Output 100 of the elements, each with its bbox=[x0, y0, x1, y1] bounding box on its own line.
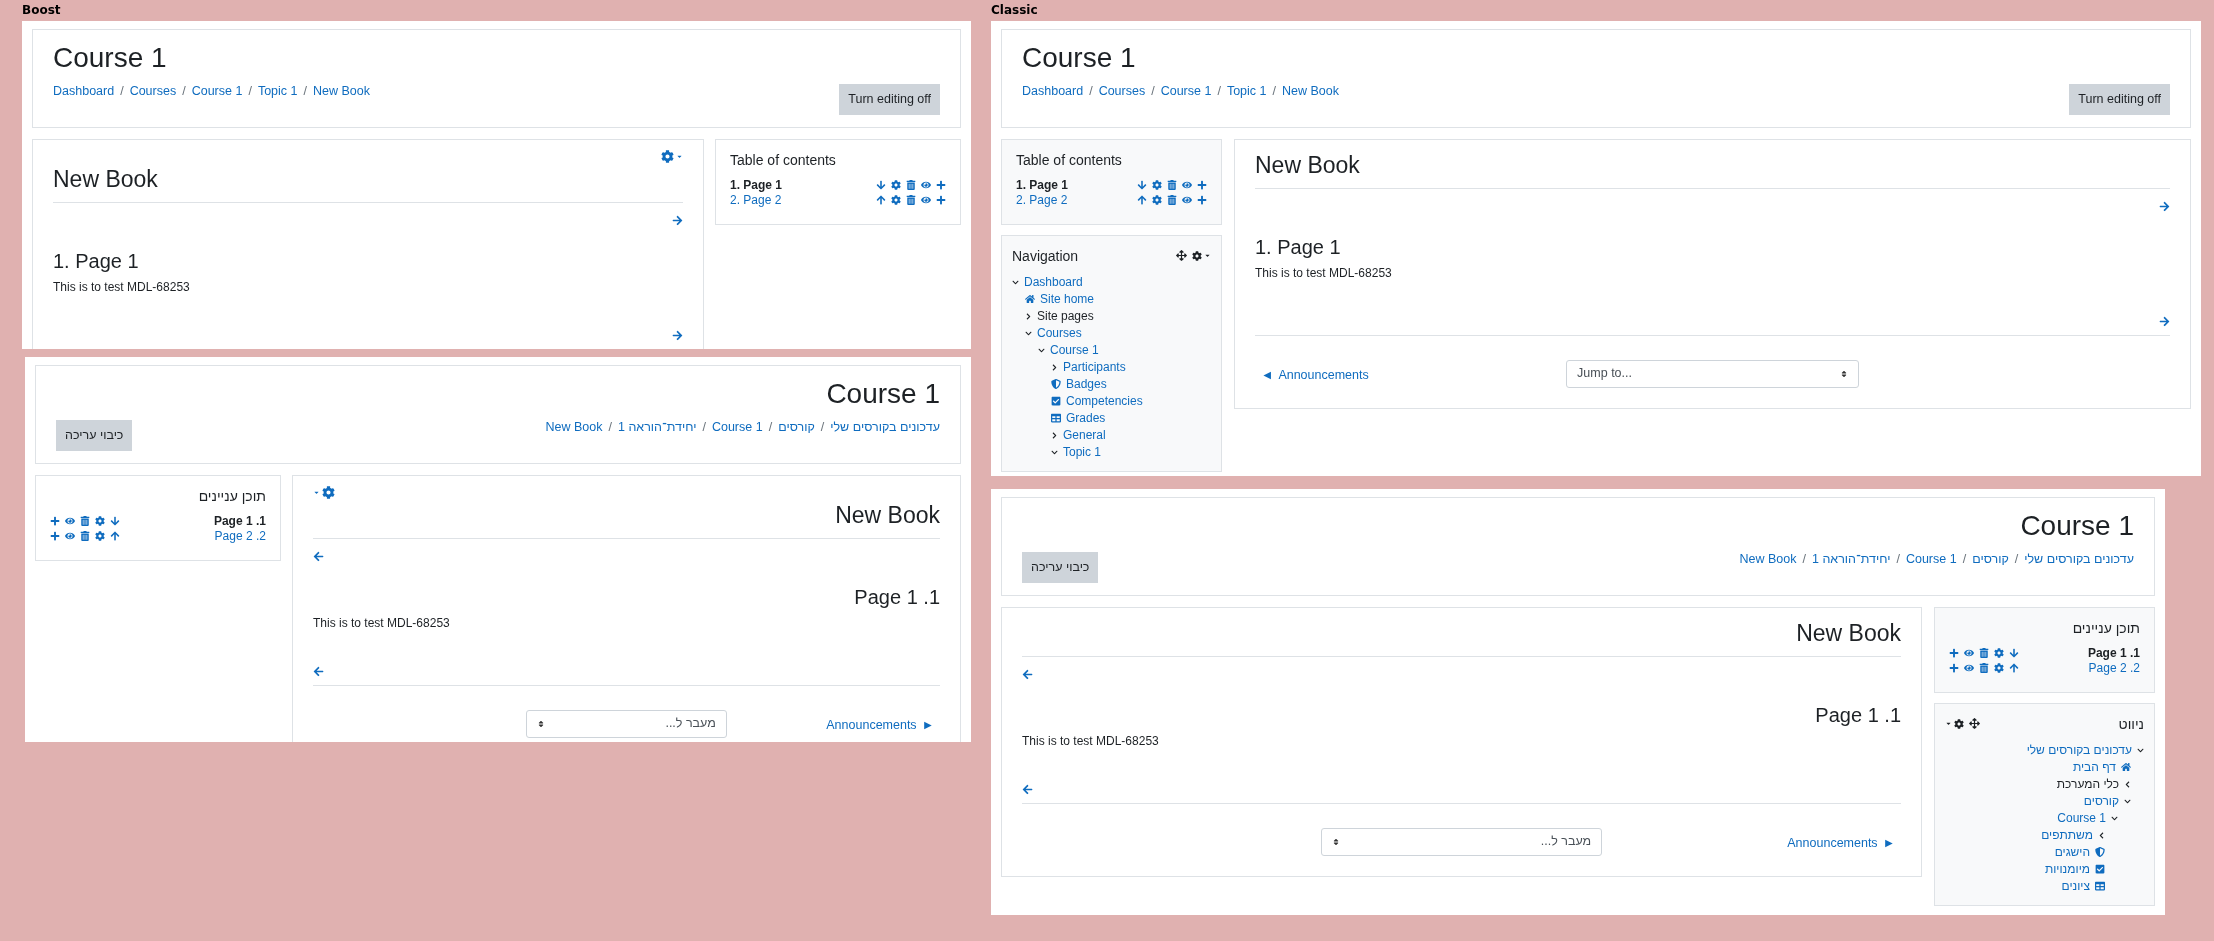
eye-icon[interactable] bbox=[65, 531, 75, 542]
up-arrow-icon[interactable] bbox=[876, 195, 886, 206]
settings-icon[interactable] bbox=[1994, 663, 2004, 674]
eye-icon[interactable] bbox=[921, 195, 931, 206]
left-arrow-icon[interactable] bbox=[313, 665, 324, 677]
up-arrow-icon[interactable] bbox=[2009, 663, 2019, 674]
breadcrumb-link[interactable]: New Book bbox=[1739, 550, 1797, 569]
navigation-link[interactable]: משתתפים bbox=[2041, 826, 2093, 845]
plus-icon[interactable] bbox=[936, 180, 946, 191]
plus-icon[interactable] bbox=[50, 516, 60, 527]
right-arrow-icon[interactable] bbox=[2159, 315, 2170, 327]
settings-icon[interactable] bbox=[1994, 648, 2004, 659]
navigation-link[interactable]: General bbox=[1063, 426, 1106, 445]
up-arrow-icon[interactable] bbox=[110, 531, 120, 542]
settings-menu-icon[interactable] bbox=[1192, 250, 1211, 261]
left-arrow-icon[interactable] bbox=[313, 550, 324, 562]
chevron-down-icon[interactable] bbox=[2124, 797, 2131, 805]
eye-icon[interactable] bbox=[1964, 663, 1974, 674]
navigation-link[interactable]: Courses bbox=[1037, 324, 1082, 343]
breadcrumb-link[interactable]: Course 1 bbox=[711, 418, 763, 437]
edit-mode-button[interactable]: Turn editing off bbox=[2069, 84, 2170, 115]
navigation-link[interactable]: Dashboard bbox=[1024, 273, 1083, 292]
settings-menu-icon[interactable] bbox=[1945, 718, 1964, 729]
navigation-link[interactable]: Competencies bbox=[1066, 392, 1143, 411]
breadcrumb-link[interactable]: קורסים bbox=[778, 418, 815, 437]
left-arrow-icon[interactable] bbox=[1022, 783, 1033, 795]
navigation-link[interactable]: דף הבית bbox=[2072, 758, 2116, 777]
navigation-link[interactable]: Course 1 bbox=[1050, 341, 1099, 360]
trash-icon[interactable] bbox=[906, 195, 916, 206]
navigation-link[interactable]: עדכונים בקורסים שלי bbox=[2026, 741, 2132, 760]
chapter-link[interactable]: 2. Page 2 bbox=[730, 192, 782, 208]
chevron-down-icon[interactable] bbox=[2137, 746, 2144, 754]
trash-icon[interactable] bbox=[80, 516, 90, 527]
chevron-down-icon[interactable] bbox=[1025, 329, 1032, 337]
right-arrow-icon[interactable] bbox=[672, 214, 683, 226]
navigation-link[interactable]: Site pages bbox=[1037, 307, 1094, 326]
move-icon[interactable] bbox=[1969, 718, 1980, 730]
down-arrow-icon[interactable] bbox=[876, 180, 886, 191]
navigation-link[interactable]: ציונים bbox=[2061, 877, 2090, 896]
plus-icon[interactable] bbox=[1197, 195, 1207, 206]
trash-icon[interactable] bbox=[1167, 180, 1177, 191]
settings-icon[interactable] bbox=[1152, 180, 1162, 191]
trash-icon[interactable] bbox=[906, 180, 916, 191]
navigation-link[interactable]: קורסים bbox=[2083, 792, 2119, 811]
breadcrumb-link[interactable]: Courses bbox=[129, 82, 177, 101]
breadcrumb-link[interactable]: עדכונים בקורסים שלי bbox=[830, 418, 940, 437]
breadcrumb-link[interactable]: עדכונים בקורסים שלי bbox=[2024, 550, 2134, 569]
chapter-link[interactable]: 1. Page 1 bbox=[2087, 645, 2140, 661]
breadcrumb-link[interactable]: New Book bbox=[545, 418, 603, 437]
navigation-link[interactable]: Topic 1 bbox=[1063, 443, 1102, 462]
plus-icon[interactable] bbox=[1949, 663, 1959, 674]
right-arrow-icon[interactable] bbox=[2159, 200, 2170, 212]
settings-icon[interactable] bbox=[891, 180, 901, 191]
right-arrow-icon[interactable] bbox=[672, 329, 683, 341]
breadcrumb-link[interactable]: Dashboard bbox=[53, 82, 115, 101]
navigation-link[interactable]: Grades bbox=[1066, 409, 1106, 428]
jump-to-select[interactable]: Jump to... bbox=[1566, 359, 1859, 388]
settings-icon[interactable] bbox=[1152, 195, 1162, 206]
edit-mode-button[interactable]: Turn editing off bbox=[839, 84, 940, 115]
left-arrow-icon[interactable] bbox=[1022, 668, 1033, 680]
breadcrumb-link[interactable]: קורסים bbox=[1972, 550, 2009, 569]
chapter-link[interactable]: 2. Page 2 bbox=[1016, 192, 1068, 208]
chevron-right-icon[interactable] bbox=[1025, 312, 1032, 320]
breadcrumb-link[interactable]: Dashboard bbox=[1022, 82, 1084, 101]
settings-icon[interactable] bbox=[95, 531, 105, 542]
down-arrow-icon[interactable] bbox=[1137, 180, 1147, 191]
chapter-link[interactable]: 2. Page 2 bbox=[214, 528, 266, 544]
chevron-left-icon[interactable] bbox=[2098, 831, 2105, 839]
settings-icon[interactable] bbox=[891, 195, 901, 206]
plus-icon[interactable] bbox=[936, 195, 946, 206]
chapter-link[interactable]: 1. Page 1 bbox=[213, 513, 266, 529]
edit-mode-button[interactable]: כיבוי עריכה bbox=[56, 420, 133, 451]
chapter-link[interactable]: 1. Page 1 bbox=[730, 177, 783, 193]
edit-mode-button[interactable]: כיבוי עריכה bbox=[1022, 552, 1099, 583]
chapter-link[interactable]: 2. Page 2 bbox=[2088, 660, 2140, 676]
plus-icon[interactable] bbox=[1197, 180, 1207, 191]
previous-activity-link[interactable]: ◄ Announcements bbox=[1261, 365, 1369, 385]
trash-icon[interactable] bbox=[1167, 195, 1177, 206]
down-arrow-icon[interactable] bbox=[110, 516, 120, 527]
breadcrumb-link[interactable]: Courses bbox=[1098, 82, 1146, 101]
navigation-link[interactable]: מיומנויות bbox=[2044, 860, 2090, 879]
previous-activity-link[interactable]: ► Announcements bbox=[826, 715, 934, 735]
navigation-link[interactable]: Participants bbox=[1063, 358, 1126, 377]
eye-icon[interactable] bbox=[1182, 180, 1192, 191]
chevron-down-icon[interactable] bbox=[1051, 448, 1058, 456]
chapter-link[interactable]: 1. Page 1 bbox=[1016, 177, 1069, 193]
plus-icon[interactable] bbox=[50, 531, 60, 542]
chevron-right-icon[interactable] bbox=[1051, 431, 1058, 439]
breadcrumb-link[interactable]: יחידת־הוראה 1 bbox=[617, 418, 697, 437]
up-arrow-icon[interactable] bbox=[1137, 195, 1147, 206]
breadcrumb-link[interactable]: New Book bbox=[313, 82, 370, 101]
navigation-link[interactable]: Site home bbox=[1040, 290, 1095, 309]
chevron-down-icon[interactable] bbox=[1012, 278, 1019, 286]
breadcrumb-link[interactable]: New Book bbox=[1282, 82, 1339, 101]
trash-icon[interactable] bbox=[1979, 648, 1989, 659]
eye-icon[interactable] bbox=[1182, 195, 1192, 206]
trash-icon[interactable] bbox=[80, 531, 90, 542]
breadcrumb-link[interactable]: Course 1 bbox=[1160, 82, 1212, 101]
breadcrumb-link[interactable]: Topic 1 bbox=[1226, 82, 1267, 101]
chevron-left-icon[interactable] bbox=[2124, 780, 2131, 788]
